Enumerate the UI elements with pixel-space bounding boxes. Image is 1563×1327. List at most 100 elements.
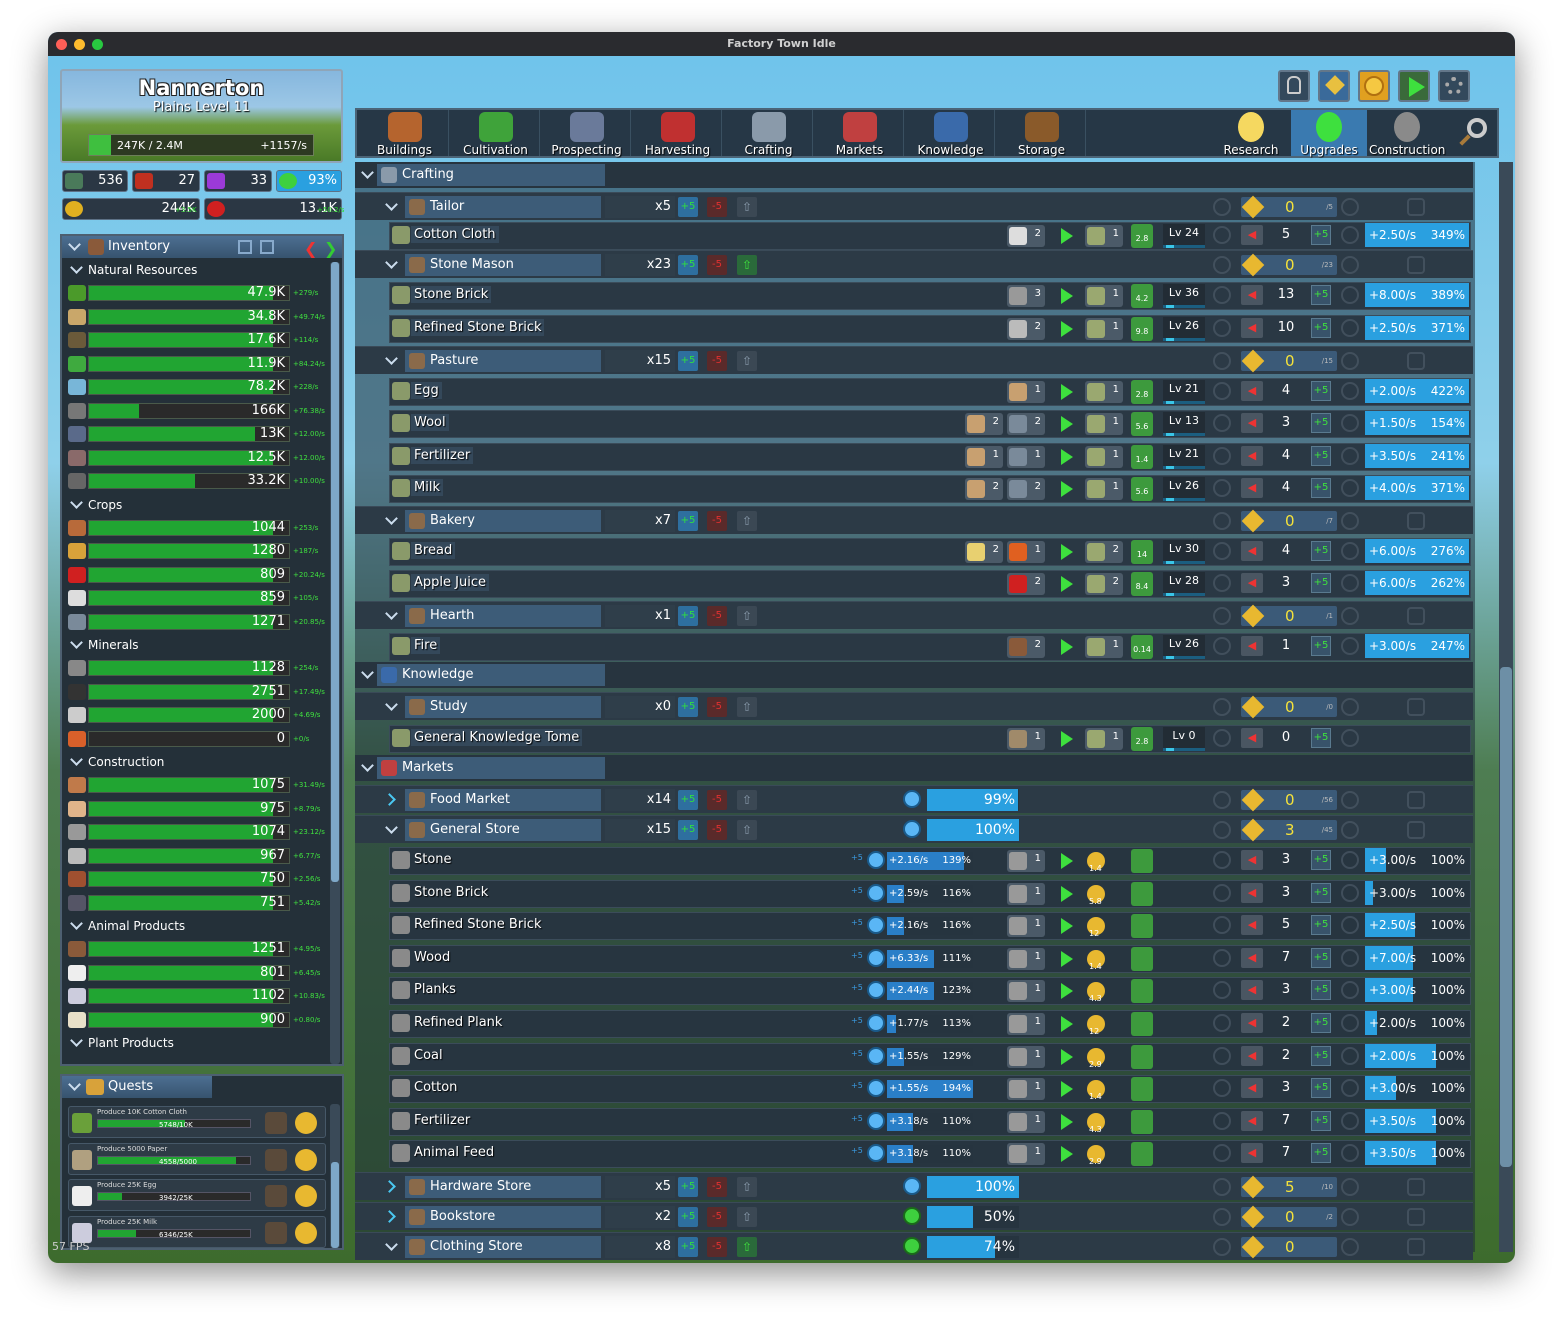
resource-row[interactable]: 900 +0.80/s	[68, 1010, 324, 1030]
expand-chevron-icon[interactable]	[383, 1180, 396, 1193]
product-level[interactable]: Lv 26	[1163, 635, 1205, 659]
prev-arrow-icon[interactable]: ❮	[304, 238, 317, 260]
upgrade-arrow-icon[interactable]: ⇧	[737, 1207, 757, 1227]
gold-medal-icon[interactable]	[1358, 70, 1390, 102]
remove-building-button[interactable]: -5	[707, 606, 727, 626]
worker-slot-icon[interactable]	[1213, 319, 1231, 337]
building-row[interactable]: General Store x15 +5 -5 ⇧ 100% 3/45	[355, 815, 1473, 843]
inventory-category[interactable]: Crops	[66, 495, 324, 515]
worker-slot-icon[interactable]	[1213, 226, 1231, 244]
worker-slot-icon[interactable]	[1213, 542, 1231, 560]
resource-row[interactable]: 1075 +31.49/s	[68, 775, 325, 795]
quest-item[interactable]: Produce 5000 Paper 4558/5000	[68, 1142, 326, 1175]
add-building-button[interactable]: +5	[678, 351, 698, 371]
worker-slot-icon[interactable]	[1213, 512, 1231, 530]
refresh-icon[interactable]	[1341, 542, 1359, 560]
resource-row[interactable]: 0 +0/s	[68, 729, 324, 749]
upgrade-arrow-icon[interactable]: ⇧	[737, 1177, 757, 1197]
worker-slot-icon[interactable]	[1213, 198, 1231, 216]
building-row[interactable]: Hardware Store x5 +5 -5 ⇧ 100% 5/10	[355, 1172, 1473, 1200]
market-item-row[interactable]: Stone +5 +2.16/s 139% 1 1.4 ◀ 3 +5 +3.00/s 100%	[355, 845, 1473, 877]
resource-row[interactable]: 12.5K +12.00/s	[68, 448, 325, 468]
worker-slot-icon[interactable]	[1213, 821, 1231, 839]
megaphone-icon[interactable]: ◀	[1241, 1078, 1263, 1099]
visibility-eye-icon[interactable]	[1407, 1208, 1425, 1226]
product-level[interactable]: Lv 30	[1163, 540, 1205, 564]
remove-building-button[interactable]: -5	[707, 1177, 727, 1197]
collapse-chevron-icon[interactable]	[361, 759, 374, 772]
refresh-icon[interactable]	[1341, 1208, 1359, 1226]
market-item-row[interactable]: Stone Brick +5 +2.59/s 116% 1 5.8 ◀ 3 +5 +3.00/s 1…	[355, 878, 1473, 910]
building-row[interactable]: Bookstore x2 +5 -5 ⇧ 50% 0/2	[355, 1202, 1473, 1230]
expand-chevron-icon[interactable]	[383, 1210, 396, 1223]
quests-scrollbar[interactable]	[330, 1104, 340, 1248]
add-workers-button[interactable]: +5	[1311, 1110, 1331, 1131]
collapse-chevron-icon[interactable]	[70, 1034, 83, 1047]
megaphone-icon[interactable]: ◀	[1241, 446, 1263, 466]
refresh-icon[interactable]	[1341, 883, 1359, 902]
add-workers-button[interactable]: +5	[1311, 478, 1331, 498]
market-item-row[interactable]: Planks +5 +2.44/s 123% 1 4.3 ◀ 3 +5 +3.00/s 100%	[355, 975, 1473, 1007]
collapse-chevron-icon[interactable]	[70, 753, 83, 766]
add-workers-button[interactable]: +5	[1311, 947, 1331, 968]
grid-view-icon[interactable]	[260, 240, 274, 254]
worker-slot-icon[interactable]	[1213, 574, 1231, 592]
add-workers-button[interactable]: +5	[1311, 1045, 1331, 1066]
product-level[interactable]: Lv 21	[1163, 380, 1205, 404]
market-item-row[interactable]: Refined Stone Brick +5 +2.16/s 116% 1 12 ◀ 5 +5 +…	[355, 910, 1473, 942]
tab-buildings[interactable]: Buildings	[361, 110, 449, 156]
refresh-icon[interactable]	[1341, 948, 1359, 967]
refresh-icon[interactable]	[1341, 791, 1359, 809]
megaphone-icon[interactable]: ◀	[1241, 882, 1263, 903]
resource-row[interactable]: 751 +5.42/s	[68, 893, 324, 913]
building-row[interactable]: Hearth x1 +5 -5 ⇧ 0/1	[355, 601, 1473, 629]
list-view-icon[interactable]	[238, 240, 252, 254]
inventory-category[interactable]: Minerals	[66, 635, 324, 655]
main-scroll-thumb[interactable]	[1500, 667, 1512, 1167]
product-level[interactable]: Lv 36	[1163, 284, 1205, 308]
add-workers-button[interactable]: +5	[1311, 446, 1331, 466]
building-row[interactable]: Study x0 +5 -5 ⇧ 0/0	[355, 692, 1473, 720]
resource-row[interactable]: 750 +2.56/s	[68, 869, 324, 889]
collapse-chevron-icon[interactable]	[70, 261, 83, 274]
refresh-icon[interactable]	[1341, 1014, 1359, 1032]
visibility-eye-icon[interactable]	[1407, 1238, 1425, 1256]
worker-assign-box[interactable]: 0/23	[1241, 253, 1337, 277]
product-row[interactable]: Fire 2 1 0.14 Lv 26 ◀ 1 +5 +3.00/s 247%	[355, 631, 1473, 663]
megaphone-icon[interactable]: ◀	[1241, 478, 1263, 498]
minimize-button[interactable]	[74, 39, 85, 50]
resource-row[interactable]: 34.8K +49.74/s	[68, 307, 325, 327]
product-row[interactable]: Egg 1 1 2.8 Lv 21 ◀ 4 +5 +2.00/s 422%	[355, 376, 1473, 408]
product-row[interactable]: Milk 2 2 1 5.6 Lv 26 ◀ 4 +5 +4.00/s 371%	[355, 473, 1473, 505]
product-level[interactable]: Lv 24	[1163, 224, 1205, 248]
collapse-chevron-icon[interactable]	[68, 238, 81, 251]
product-row[interactable]: Refined Stone Brick 2 1 9.8 Lv 26 ◀ 10 +5 +2.50/…	[355, 313, 1473, 345]
resource-row[interactable]: 1271 +20.85/s	[68, 612, 325, 632]
visibility-eye-icon[interactable]	[1407, 821, 1425, 839]
visibility-eye-icon[interactable]	[1407, 352, 1425, 370]
remove-building-button[interactable]: -5	[707, 1237, 727, 1257]
remove-building-button[interactable]: -5	[707, 351, 727, 371]
quest-item[interactable]: Produce 25K Egg 3942/25K	[68, 1179, 326, 1211]
add-workers-button[interactable]: +5	[1311, 381, 1331, 401]
megaphone-icon[interactable]: ◀	[1241, 1110, 1263, 1131]
next-arrow-icon[interactable]: ❯	[324, 238, 337, 260]
collapse-chevron-icon[interactable]	[385, 698, 398, 711]
refresh-icon[interactable]	[1341, 479, 1359, 497]
refresh-icon[interactable]	[1341, 729, 1359, 747]
resource-row[interactable]: 33.2K +10.00/s	[68, 471, 325, 491]
worker-slot-icon[interactable]	[1213, 286, 1231, 304]
remove-building-button[interactable]: -5	[707, 820, 727, 840]
town-card[interactable]: Nannerton Plains Level 11 247K / 2.4M +1…	[60, 69, 343, 163]
remove-building-button[interactable]: -5	[707, 790, 727, 810]
worker-slot-icon[interactable]	[1213, 414, 1231, 432]
add-building-button[interactable]: +5	[678, 1207, 698, 1227]
megaphone-icon[interactable]: ◀	[1241, 225, 1263, 245]
resource-row[interactable]: 967 +6.77/s	[68, 846, 324, 866]
resource-row[interactable]: 13K +12.00/s	[68, 424, 325, 444]
worker-slot-icon[interactable]	[1213, 1208, 1231, 1226]
refresh-icon[interactable]	[1341, 512, 1359, 530]
megaphone-icon[interactable]: ◀	[1241, 728, 1263, 748]
add-workers-button[interactable]: +5	[1311, 636, 1331, 656]
market-item-row[interactable]: Wood +5 +6.33/s 111% 1 1.4 ◀ 7 +5 +7.00/s 100%	[355, 943, 1473, 975]
